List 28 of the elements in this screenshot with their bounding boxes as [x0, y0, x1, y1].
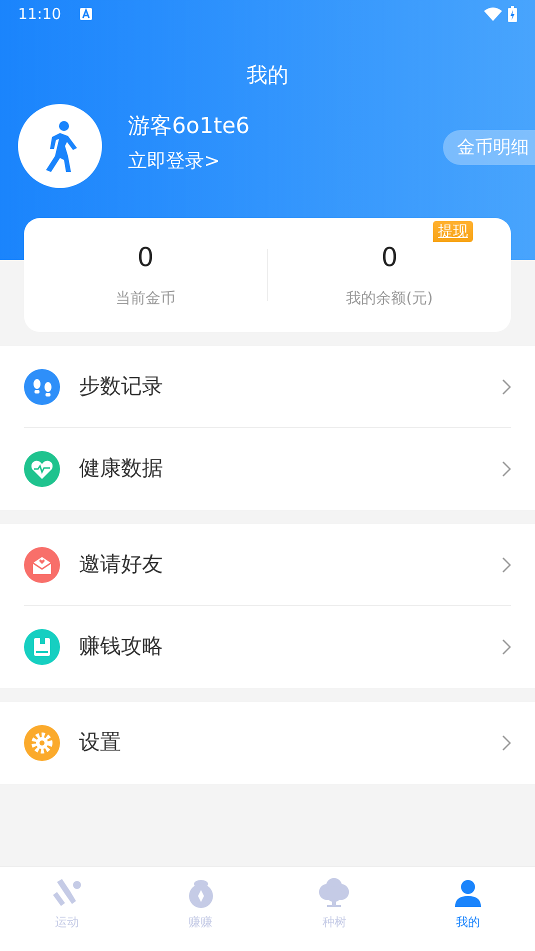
chevron-right-icon — [502, 378, 511, 394]
footprints-icon — [24, 368, 60, 404]
chevron-right-icon — [502, 556, 511, 572]
stat-value: 0 — [380, 242, 399, 275]
stat-label: 我的余额(元) — [345, 288, 434, 309]
chevron-right-icon — [502, 461, 511, 477]
tab[interactable]: 我的 — [401, 867, 535, 951]
withdraw-badge[interactable]: 提现 — [433, 220, 473, 242]
stat-value: 0 — [136, 242, 155, 275]
page-title: 我的 — [246, 62, 290, 89]
notification-icon — [79, 7, 94, 21]
envelope-icon — [24, 546, 60, 582]
battery-icon — [508, 6, 517, 22]
gear-icon — [24, 725, 60, 761]
tree-icon — [317, 877, 352, 909]
stat-label: 当前金币 — [114, 288, 176, 309]
coin-detail-button[interactable]: 金币明细 — [443, 130, 535, 165]
menu-item[interactable]: 邀请好友 — [24, 524, 511, 606]
chevron-right-icon — [502, 639, 511, 655]
user-name: 游客6o1te6 — [128, 113, 250, 141]
login-link[interactable]: 立即登录> — [128, 148, 250, 174]
menu-item[interactable]: 赚钱攻略 — [24, 606, 511, 688]
menu-item[interactable]: 步数记录 — [24, 346, 511, 428]
status-time: 11:10 — [18, 4, 62, 25]
menu-item[interactable]: 健康数据 — [24, 428, 511, 510]
chevron-right-icon — [502, 735, 511, 751]
wifi-icon — [484, 7, 502, 21]
book-icon — [24, 629, 60, 665]
